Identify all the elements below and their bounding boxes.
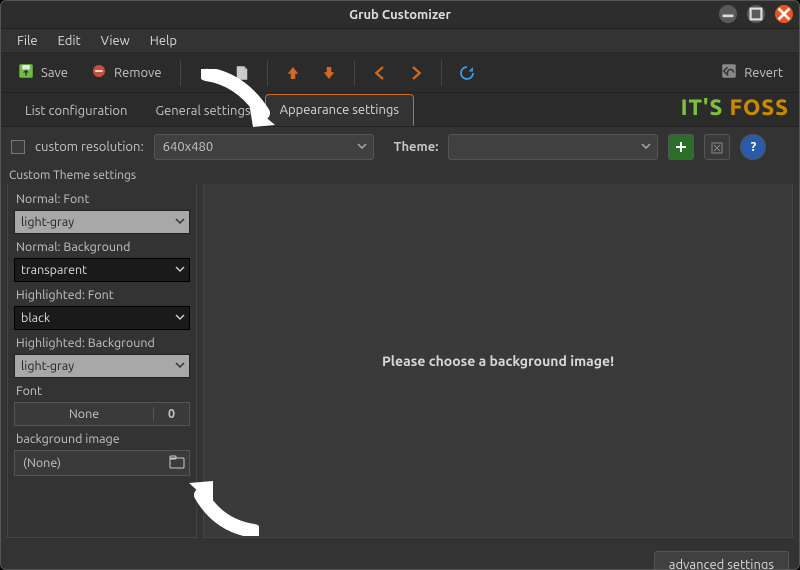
maximize-button[interactable] (747, 5, 765, 23)
normal-font-select[interactable]: light-gray (14, 210, 190, 234)
menu-bar: File Edit View Help (1, 29, 799, 53)
save-icon (17, 62, 35, 83)
normal-bg-select[interactable]: transparent (14, 258, 190, 282)
theme-select[interactable] (448, 134, 658, 160)
chevron-down-icon (357, 140, 367, 154)
new-entry-button[interactable] (227, 60, 257, 86)
toolbar-separator (441, 60, 442, 86)
highlighted-font-label: Highlighted: Font (14, 284, 190, 304)
revert-button[interactable]: Revert (712, 58, 791, 87)
custom-resolution-checkbox[interactable] (11, 140, 25, 154)
refresh-button[interactable] (452, 60, 482, 86)
tab-appearance-settings[interactable]: Appearance settings (265, 94, 414, 126)
toolbar-separator (267, 60, 268, 86)
chevron-down-icon (175, 311, 185, 325)
close-button[interactable] (775, 5, 793, 23)
minimize-button[interactable] (719, 5, 737, 23)
background-preview: Please choose a background image! (203, 184, 793, 538)
highlighted-font-select[interactable]: black (14, 306, 190, 330)
highlighted-bg-select[interactable]: light-gray (14, 354, 190, 378)
help-button[interactable]: ? (740, 134, 766, 160)
save-button[interactable]: Save (9, 58, 76, 87)
menu-edit[interactable]: Edit (50, 32, 89, 50)
toolbar-separator (354, 60, 355, 86)
background-image-chooser[interactable]: (None) (14, 450, 190, 476)
theme-add-button[interactable] (668, 134, 694, 160)
brand-logo: IT'S FOSS (681, 95, 789, 120)
theme-settings-panel: Normal: Font light-gray Normal: Backgrou… (7, 184, 197, 538)
move-down-button[interactable] (314, 60, 344, 86)
move-up-button[interactable] (278, 60, 308, 86)
next-button[interactable] (401, 60, 431, 86)
prev-button[interactable] (365, 60, 395, 86)
chevron-down-icon (175, 359, 185, 373)
advanced-settings-button[interactable]: advanced settings (654, 551, 789, 570)
preview-placeholder: Please choose a background image! (382, 353, 614, 369)
normal-bg-label: Normal: Background (14, 236, 190, 256)
window-title: Grub Customizer (349, 8, 451, 22)
back-button[interactable] (191, 60, 221, 86)
toolbar-separator (180, 60, 181, 86)
footer: advanced settings (1, 542, 799, 570)
tab-bar: List configuration General settings Appe… (1, 93, 799, 127)
tab-list-configuration[interactable]: List configuration (11, 96, 141, 126)
custom-theme-section-title: Custom Theme settings (1, 167, 799, 184)
window-controls (719, 5, 793, 23)
theme-label: Theme: (394, 140, 439, 154)
remove-button[interactable]: Remove (82, 58, 170, 87)
background-image-label: background image (14, 428, 190, 448)
folder-icon (169, 455, 185, 472)
custom-resolution-label: custom resolution: (35, 140, 144, 154)
appearance-body: Normal: Font light-gray Normal: Backgrou… (1, 184, 799, 542)
font-label: Font (14, 380, 190, 400)
menu-file[interactable]: File (9, 32, 46, 50)
theme-remove-button[interactable] (704, 134, 730, 160)
menu-view[interactable]: View (93, 32, 138, 50)
chevron-down-icon (175, 215, 185, 229)
revert-icon (720, 62, 738, 83)
title-bar: Grub Customizer (1, 1, 799, 29)
font-chooser[interactable]: None 0 (14, 402, 190, 426)
toolbar: Save Remove (1, 53, 799, 93)
remove-icon (90, 62, 108, 83)
tab-general-settings[interactable]: General settings (141, 96, 264, 126)
chevron-down-icon (641, 140, 651, 154)
normal-font-label: Normal: Font (14, 188, 190, 208)
highlighted-bg-label: Highlighted: Background (14, 332, 190, 352)
appearance-options-row: custom resolution: 640x480 Theme: ? (1, 127, 799, 167)
chevron-down-icon (175, 263, 185, 277)
menu-help[interactable]: Help (142, 32, 185, 50)
resolution-select[interactable]: 640x480 (154, 134, 374, 160)
